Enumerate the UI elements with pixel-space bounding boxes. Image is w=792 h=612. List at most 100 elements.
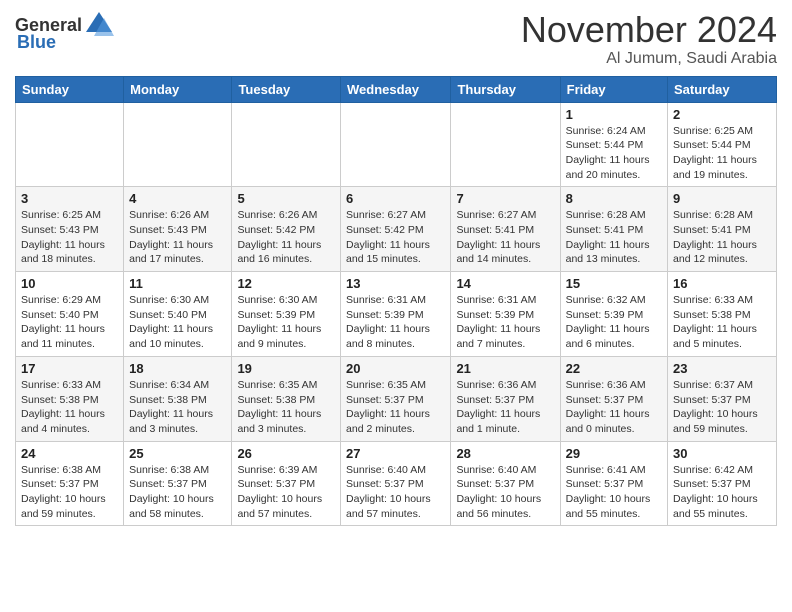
day-number: 22 <box>566 361 662 376</box>
day-cell: 28 Sunrise: 6:40 AM Sunset: 5:37 PM Dayli… <box>451 441 560 526</box>
day-cell: 20Sunrise: 6:35 AM Sunset: 5:37 PM Dayli… <box>341 356 451 441</box>
day-number: 19 <box>237 361 335 376</box>
weekday-header-sunday: Sunday <box>16 76 124 102</box>
day-cell: 3Sunrise: 6:25 AM Sunset: 5:43 PM Daylig… <box>16 187 124 272</box>
day-number: 4 <box>129 191 226 206</box>
day-cell: 9 Sunrise: 6:28 AM Sunset: 5:41 PM Daylig… <box>668 187 777 272</box>
day-cell: 25Sunrise: 6:38 AM Sunset: 5:37 PM Dayli… <box>124 441 232 526</box>
weekday-header-row: SundayMondayTuesdayWednesdayThursdayFrid… <box>16 76 777 102</box>
day-info: Sunrise: 6:38 AM Sunset: 5:37 PM Dayligh… <box>129 463 226 522</box>
day-number: 9 <box>673 191 771 206</box>
day-info: Sunrise: 6:31 AM Sunset: 5:39 PM Dayligh… <box>346 293 445 352</box>
day-cell: 29 Sunrise: 6:41 AM Sunset: 5:37 PM Dayli… <box>560 441 667 526</box>
day-cell: 14 Sunrise: 6:31 AM Sunset: 5:39 PM Dayli… <box>451 272 560 357</box>
day-info: Sunrise: 6:28 AM Sunset: 5:41 PM Dayligh… <box>566 208 662 267</box>
day-info: Sunrise: 6:31 AM Sunset: 5:39 PM Dayligh… <box>456 293 554 352</box>
day-info: Sunrise: 6:26 AM Sunset: 5:43 PM Dayligh… <box>129 208 226 267</box>
day-info: Sunrise: 6:37 AM Sunset: 5:37 PM Dayligh… <box>673 378 771 437</box>
day-cell: 7 Sunrise: 6:27 AM Sunset: 5:41 PM Daylig… <box>451 187 560 272</box>
day-number: 20 <box>346 361 445 376</box>
header: General Blue November 2024 Al Jumum, Sau… <box>15 10 777 68</box>
day-cell: 6Sunrise: 6:27 AM Sunset: 5:42 PM Daylig… <box>341 187 451 272</box>
day-number: 29 <box>566 446 662 461</box>
day-cell <box>124 102 232 187</box>
calendar: SundayMondayTuesdayWednesdayThursdayFrid… <box>15 76 777 527</box>
day-number: 5 <box>237 191 335 206</box>
day-number: 17 <box>21 361 118 376</box>
day-info: Sunrise: 6:25 AM Sunset: 5:43 PM Dayligh… <box>21 208 118 267</box>
day-info: Sunrise: 6:30 AM Sunset: 5:39 PM Dayligh… <box>237 293 335 352</box>
day-info: Sunrise: 6:27 AM Sunset: 5:42 PM Dayligh… <box>346 208 445 267</box>
day-number: 30 <box>673 446 771 461</box>
day-cell: 17 Sunrise: 6:33 AM Sunset: 5:38 PM Dayli… <box>16 356 124 441</box>
day-number: 11 <box>129 276 226 291</box>
weekday-header-monday: Monday <box>124 76 232 102</box>
day-number: 13 <box>346 276 445 291</box>
logo-icon <box>84 10 114 40</box>
day-number: 28 <box>456 446 554 461</box>
day-cell: 8 Sunrise: 6:28 AM Sunset: 5:41 PM Daylig… <box>560 187 667 272</box>
logo-area: General Blue <box>15 10 114 53</box>
day-number: 2 <box>673 107 771 122</box>
location-title: Al Jumum, Saudi Arabia <box>521 50 777 68</box>
day-number: 16 <box>673 276 771 291</box>
day-cell: 10 Sunrise: 6:29 AM Sunset: 5:40 PM Dayli… <box>16 272 124 357</box>
day-info: Sunrise: 6:36 AM Sunset: 5:37 PM Dayligh… <box>456 378 554 437</box>
day-number: 18 <box>129 361 226 376</box>
weekday-header-wednesday: Wednesday <box>341 76 451 102</box>
day-cell: 13 Sunrise: 6:31 AM Sunset: 5:39 PM Dayli… <box>341 272 451 357</box>
day-info: Sunrise: 6:24 AM Sunset: 5:44 PM Dayligh… <box>566 124 662 183</box>
day-cell: 23 Sunrise: 6:37 AM Sunset: 5:37 PM Dayli… <box>668 356 777 441</box>
day-number: 7 <box>456 191 554 206</box>
day-number: 10 <box>21 276 118 291</box>
month-title: November 2024 <box>521 10 777 50</box>
day-number: 15 <box>566 276 662 291</box>
day-number: 27 <box>346 446 445 461</box>
week-row-3: 17 Sunrise: 6:33 AM Sunset: 5:38 PM Dayli… <box>16 356 777 441</box>
day-cell: 27 Sunrise: 6:40 AM Sunset: 5:37 PM Dayli… <box>341 441 451 526</box>
day-info: Sunrise: 6:40 AM Sunset: 5:37 PM Dayligh… <box>456 463 554 522</box>
day-info: Sunrise: 6:36 AM Sunset: 5:37 PM Dayligh… <box>566 378 662 437</box>
day-number: 21 <box>456 361 554 376</box>
day-info: Sunrise: 6:39 AM Sunset: 5:37 PM Dayligh… <box>237 463 335 522</box>
day-number: 24 <box>21 446 118 461</box>
day-number: 26 <box>237 446 335 461</box>
day-info: Sunrise: 6:26 AM Sunset: 5:42 PM Dayligh… <box>237 208 335 267</box>
day-number: 14 <box>456 276 554 291</box>
week-row-1: 3Sunrise: 6:25 AM Sunset: 5:43 PM Daylig… <box>16 187 777 272</box>
day-info: Sunrise: 6:40 AM Sunset: 5:37 PM Dayligh… <box>346 463 445 522</box>
day-info: Sunrise: 6:25 AM Sunset: 5:44 PM Dayligh… <box>673 124 771 183</box>
day-cell: 24 Sunrise: 6:38 AM Sunset: 5:37 PM Dayli… <box>16 441 124 526</box>
day-info: Sunrise: 6:42 AM Sunset: 5:37 PM Dayligh… <box>673 463 771 522</box>
weekday-header-friday: Friday <box>560 76 667 102</box>
day-number: 1 <box>566 107 662 122</box>
day-info: Sunrise: 6:28 AM Sunset: 5:41 PM Dayligh… <box>673 208 771 267</box>
day-info: Sunrise: 6:41 AM Sunset: 5:37 PM Dayligh… <box>566 463 662 522</box>
week-row-0: 1 Sunrise: 6:24 AM Sunset: 5:44 PM Daylig… <box>16 102 777 187</box>
day-cell: 4 Sunrise: 6:26 AM Sunset: 5:43 PM Daylig… <box>124 187 232 272</box>
day-cell <box>341 102 451 187</box>
day-cell <box>16 102 124 187</box>
day-info: Sunrise: 6:27 AM Sunset: 5:41 PM Dayligh… <box>456 208 554 267</box>
day-cell: 1 Sunrise: 6:24 AM Sunset: 5:44 PM Daylig… <box>560 102 667 187</box>
title-area: November 2024 Al Jumum, Saudi Arabia <box>521 10 777 68</box>
day-cell: 5 Sunrise: 6:26 AM Sunset: 5:42 PM Daylig… <box>232 187 341 272</box>
day-info: Sunrise: 6:34 AM Sunset: 5:38 PM Dayligh… <box>129 378 226 437</box>
day-info: Sunrise: 6:29 AM Sunset: 5:40 PM Dayligh… <box>21 293 118 352</box>
weekday-header-thursday: Thursday <box>451 76 560 102</box>
day-info: Sunrise: 6:32 AM Sunset: 5:39 PM Dayligh… <box>566 293 662 352</box>
day-number: 8 <box>566 191 662 206</box>
day-info: Sunrise: 6:35 AM Sunset: 5:38 PM Dayligh… <box>237 378 335 437</box>
day-number: 23 <box>673 361 771 376</box>
week-row-2: 10 Sunrise: 6:29 AM Sunset: 5:40 PM Dayli… <box>16 272 777 357</box>
day-info: Sunrise: 6:33 AM Sunset: 5:38 PM Dayligh… <box>21 378 118 437</box>
page: General Blue November 2024 Al Jumum, Sau… <box>0 0 792 541</box>
day-cell: 18 Sunrise: 6:34 AM Sunset: 5:38 PM Dayli… <box>124 356 232 441</box>
weekday-header-saturday: Saturday <box>668 76 777 102</box>
day-cell: 15 Sunrise: 6:32 AM Sunset: 5:39 PM Dayli… <box>560 272 667 357</box>
day-info: Sunrise: 6:38 AM Sunset: 5:37 PM Dayligh… <box>21 463 118 522</box>
logo-blue: Blue <box>17 32 56 53</box>
day-cell: 11 Sunrise: 6:30 AM Sunset: 5:40 PM Dayli… <box>124 272 232 357</box>
day-cell: 19 Sunrise: 6:35 AM Sunset: 5:38 PM Dayli… <box>232 356 341 441</box>
day-info: Sunrise: 6:30 AM Sunset: 5:40 PM Dayligh… <box>129 293 226 352</box>
